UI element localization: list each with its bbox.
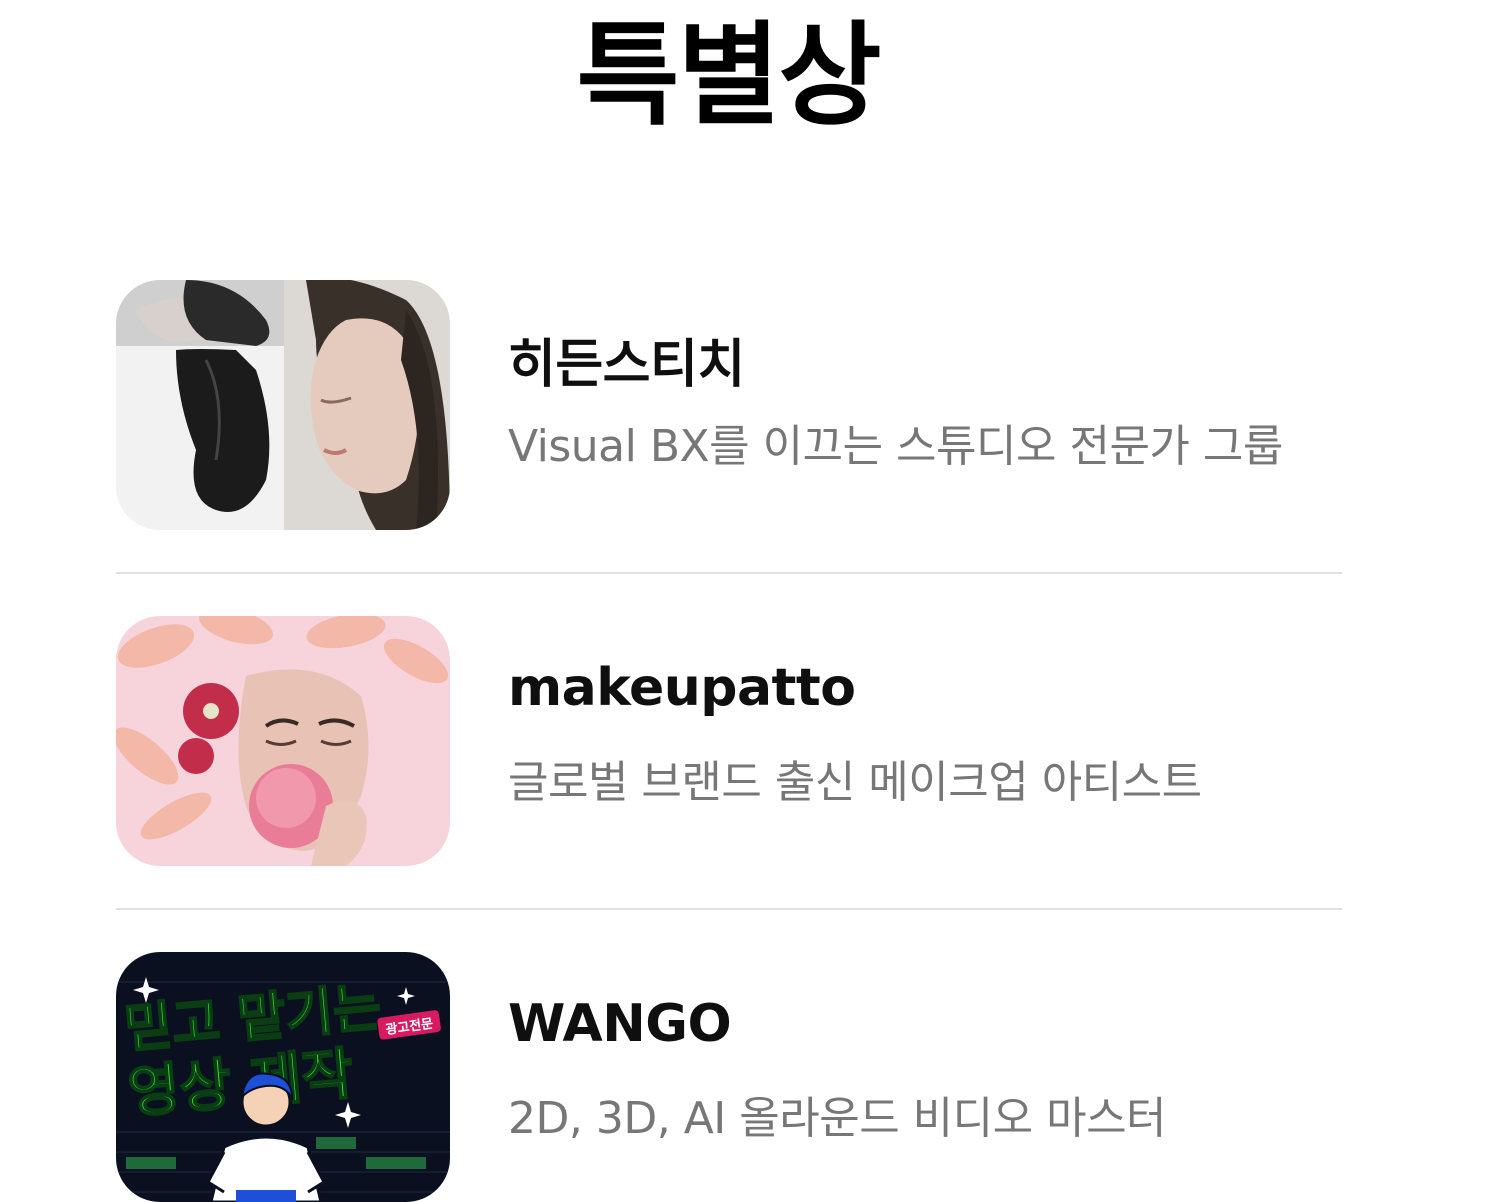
entry-description: 글로벌 브랜드 출신 메이크업 아티스트: [508, 757, 1202, 808]
entry-name: makeupatto: [508, 658, 856, 718]
thumbnail-hiddenstitch[interactable]: [116, 280, 450, 530]
entry-name: 히든스티치: [508, 335, 745, 395]
thumbnail-image-wango: 믿고 맡기는 영상 제작 광고전문: [116, 952, 450, 1202]
list-item-wango[interactable]: 믿고 맡기는 영상 제작 광고전문 WANGO 2D, 3D, AI 올라운드 …: [116, 952, 1342, 1202]
divider: [116, 572, 1342, 574]
page-title: 특별상: [576, 11, 881, 141]
thumbnail-wango[interactable]: 믿고 맡기는 영상 제작 광고전문: [116, 952, 450, 1202]
thumbnail-image-makeupatto: [116, 616, 450, 866]
entry-description: Visual BX를 이끄는 스튜디오 전문가 그룹: [508, 421, 1283, 472]
list-item-makeupatto[interactable]: makeupatto 글로벌 브랜드 출신 메이크업 아티스트: [116, 616, 1342, 866]
entry-description: 2D, 3D, AI 올라운드 비디오 마스터: [508, 1093, 1167, 1144]
thumbnail-makeupatto[interactable]: [116, 616, 450, 866]
thumbnail-image-hiddenstitch: [116, 280, 450, 530]
divider: [116, 908, 1342, 910]
list-item-hiddenstitch[interactable]: 히든스티치 Visual BX를 이끄는 스튜디오 전문가 그룹: [116, 280, 1342, 530]
entry-name: WANGO: [508, 994, 732, 1054]
award-list: 히든스티치 Visual BX를 이끄는 스튜디오 전문가 그룹 makeupa…: [116, 280, 1342, 1202]
